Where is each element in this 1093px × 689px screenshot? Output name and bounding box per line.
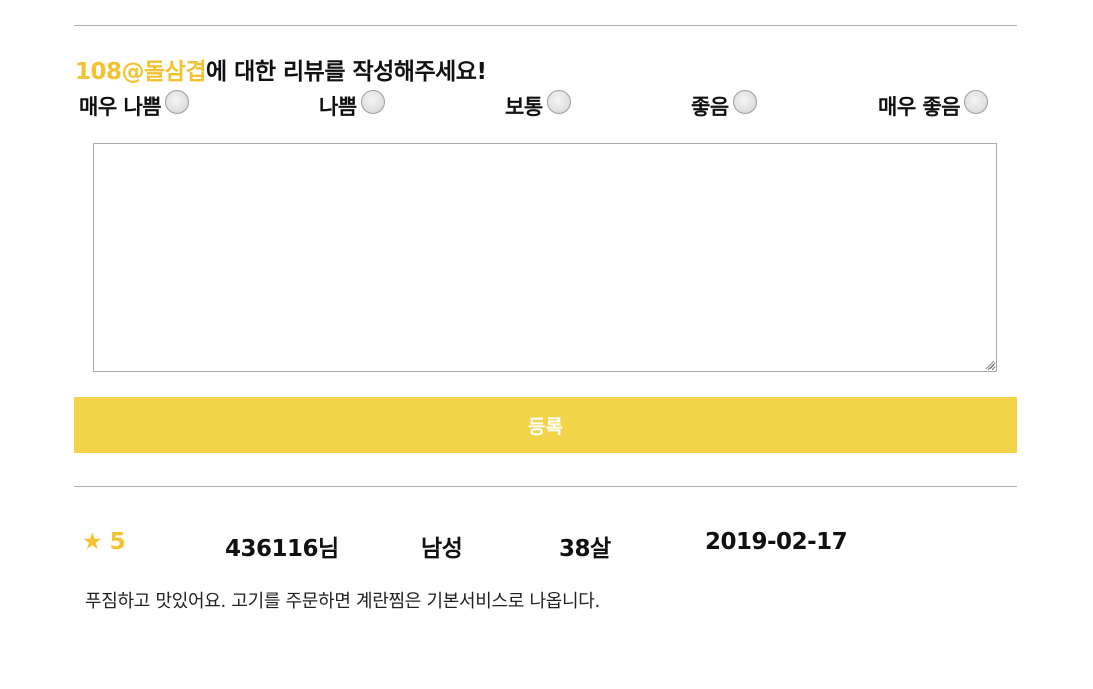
rating-options: 매우 나쁨 나쁨 보통 좋음 매우 좋음 xyxy=(0,90,1093,125)
rating-label: 매우 나쁨 xyxy=(79,95,162,119)
rating-label: 보통 xyxy=(505,95,543,119)
rating-option-neutral[interactable]: 보통 xyxy=(505,90,571,121)
review-score: ★ 5 xyxy=(82,529,126,555)
resize-grip-icon[interactable] xyxy=(983,358,995,370)
review-meta-row: ★ 5 436116님 남성 38살 2019-02-17 xyxy=(0,529,1093,562)
rating-radio-good[interactable] xyxy=(732,90,757,114)
review-date: 2019-02-17 xyxy=(705,529,848,555)
rating-option-bad[interactable]: 나쁨 xyxy=(319,90,385,121)
heading-text: 에 대한 리뷰를 작성해주세요! xyxy=(206,59,487,85)
rating-label: 나쁨 xyxy=(319,95,357,119)
score-value: 5 xyxy=(109,529,126,555)
rating-radio-very-bad[interactable] xyxy=(165,90,190,114)
rating-radio-very-good[interactable] xyxy=(964,90,989,114)
rating-radio-bad[interactable] xyxy=(360,90,385,114)
rating-label: 좋음 xyxy=(691,95,729,119)
rating-radio-neutral[interactable] xyxy=(546,90,571,114)
review-form-heading: 108@돌삼겹에 대한 리뷰를 작성해주세요! xyxy=(75,52,487,86)
review-user: 436116님 xyxy=(225,536,339,562)
rating-label: 매우 좋음 xyxy=(878,95,961,119)
top-divider xyxy=(74,25,1017,26)
submit-button[interactable]: 등록 xyxy=(74,397,1017,453)
rating-option-very-bad[interactable]: 매우 나쁨 xyxy=(79,90,190,121)
review-content: 푸짐하고 맛있어요. 고기를 주문하면 계란찜은 기본서비스로 나옵니다. xyxy=(85,591,600,612)
store-name: 108@돌삼겹 xyxy=(75,59,207,85)
star-icon: ★ xyxy=(82,529,103,555)
rating-option-very-good[interactable]: 매우 좋음 xyxy=(878,90,989,121)
section-divider xyxy=(74,486,1017,487)
rating-option-good[interactable]: 좋음 xyxy=(691,90,757,121)
review-textarea[interactable] xyxy=(93,143,997,372)
review-gender: 남성 xyxy=(421,536,463,562)
review-age: 38살 xyxy=(559,536,611,562)
